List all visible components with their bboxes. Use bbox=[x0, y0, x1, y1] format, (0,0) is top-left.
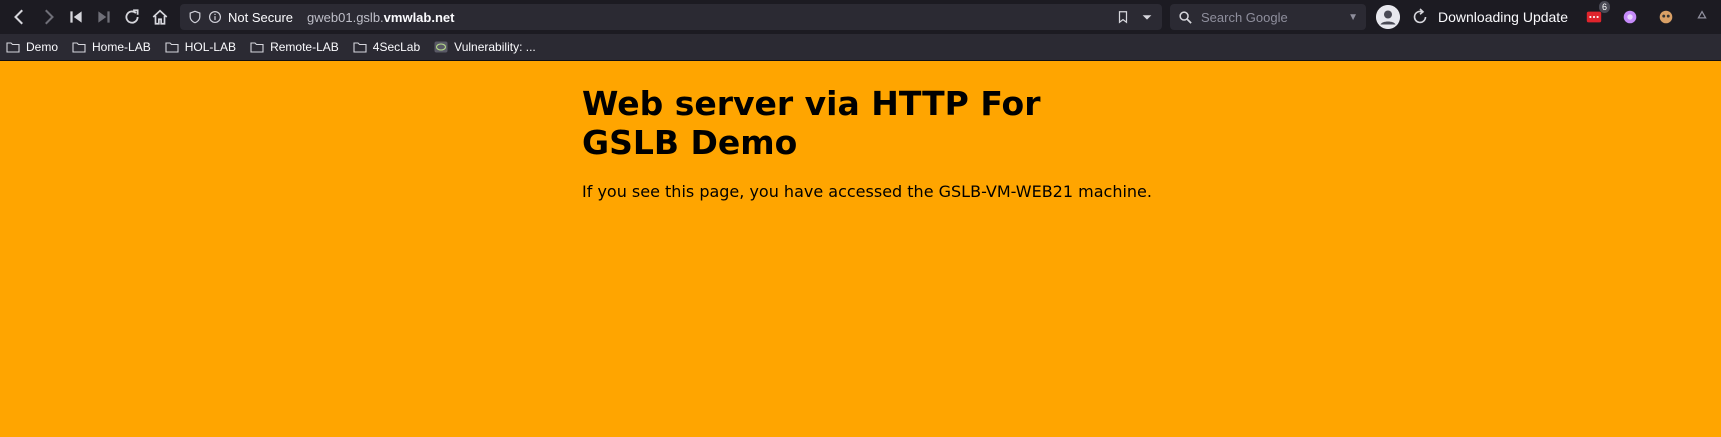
bookmark-label: Remote-LAB bbox=[270, 40, 339, 54]
folder-icon bbox=[165, 42, 179, 53]
bookmark-folder-demo[interactable]: Demo bbox=[6, 40, 58, 54]
browser-chrome: Not Secure gweb01.gslb.vmwlab.net ▼ bbox=[0, 0, 1721, 61]
account-avatar-icon[interactable] bbox=[1376, 5, 1400, 29]
site-favicon-icon bbox=[434, 41, 448, 53]
folder-icon bbox=[72, 42, 86, 53]
url-text[interactable]: gweb01.gslb.vmwlab.net bbox=[307, 10, 454, 25]
bookmark-label: Vulnerability: ... bbox=[454, 40, 536, 54]
bookmark-folder-home-lab[interactable]: Home-LAB bbox=[72, 40, 151, 54]
info-icon[interactable] bbox=[208, 10, 222, 24]
extension-mask-button[interactable] bbox=[1656, 7, 1676, 27]
extension-circle-button[interactable] bbox=[1620, 7, 1640, 27]
bookmark-label: Home-LAB bbox=[92, 40, 151, 54]
skip-forward-icon bbox=[98, 11, 110, 23]
bookmark-star-icon[interactable] bbox=[1116, 10, 1130, 24]
bookmarks-toolbar: Demo Home-LAB HOL-LAB Remote-LAB 4SecLab… bbox=[0, 34, 1721, 61]
reload-icon bbox=[125, 9, 139, 24]
forward-button[interactable] bbox=[34, 3, 62, 31]
toolbar-right: Downloading Update 6 bbox=[1376, 1, 1712, 29]
recycle-icon bbox=[1697, 10, 1707, 19]
extension-mask-icon bbox=[1659, 10, 1673, 24]
security-status-label: Not Secure bbox=[228, 9, 294, 25]
update-icon[interactable] bbox=[1410, 7, 1430, 27]
bookmark-label: HOL-LAB bbox=[184, 40, 237, 54]
browser-toolbar: Not Secure gweb01.gslb.vmwlab.net ▼ bbox=[0, 0, 1721, 34]
bookmark-label: 4SecLab bbox=[372, 40, 421, 54]
page-title: Web server via HTTP For GSLB Demo bbox=[582, 84, 1041, 162]
search-bar[interactable]: ▼ bbox=[1170, 4, 1366, 30]
bookmark-folder-remote-lab[interactable]: Remote-LAB bbox=[250, 40, 339, 54]
update-status-label[interactable]: Downloading Update bbox=[1438, 9, 1568, 25]
extension-badge: 6 bbox=[1598, 1, 1610, 13]
page-body: Web server via HTTP For GSLB Demo If you… bbox=[582, 84, 1152, 201]
home-icon bbox=[152, 9, 168, 25]
page-content: Web server via HTTP For GSLB Demo If you… bbox=[0, 62, 1721, 437]
chevron-right-icon bbox=[45, 9, 54, 25]
extension-button[interactable]: 6 bbox=[1584, 1, 1610, 27]
url-domain: vmwlab.net bbox=[383, 9, 455, 25]
search-input[interactable] bbox=[1199, 8, 1343, 26]
skip-forward-button[interactable] bbox=[90, 3, 118, 31]
bookmark-vulnerability[interactable]: Vulnerability: ... bbox=[434, 40, 536, 54]
folder-icon bbox=[353, 42, 367, 53]
shield-icon[interactable] bbox=[188, 10, 202, 24]
url-prefix: gweb01.gslb. bbox=[307, 9, 384, 25]
folder-icon bbox=[6, 42, 20, 53]
extension-recycle-button[interactable] bbox=[1692, 7, 1712, 27]
home-button[interactable] bbox=[146, 3, 174, 31]
skip-back-icon bbox=[70, 11, 82, 23]
bookmark-folder-4seclab[interactable]: 4SecLab bbox=[353, 40, 420, 54]
reload-button[interactable] bbox=[118, 3, 146, 31]
skip-back-button[interactable] bbox=[62, 3, 90, 31]
url-bar[interactable]: Not Secure gweb01.gslb.vmwlab.net bbox=[180, 4, 1162, 30]
url-dropdown-icon[interactable] bbox=[1140, 10, 1154, 24]
folder-icon bbox=[250, 42, 264, 53]
search-icon[interactable] bbox=[1178, 10, 1193, 25]
extension-circle-icon bbox=[1623, 10, 1637, 24]
search-engine-dropdown-icon[interactable]: ▼ bbox=[1348, 12, 1358, 23]
page-description: If you see this page, you have accessed … bbox=[582, 182, 1152, 201]
chevron-left-icon bbox=[14, 9, 23, 25]
bookmark-label: Demo bbox=[26, 40, 59, 54]
bookmark-folder-hol-lab[interactable]: HOL-LAB bbox=[165, 40, 236, 54]
back-button[interactable] bbox=[6, 3, 34, 31]
